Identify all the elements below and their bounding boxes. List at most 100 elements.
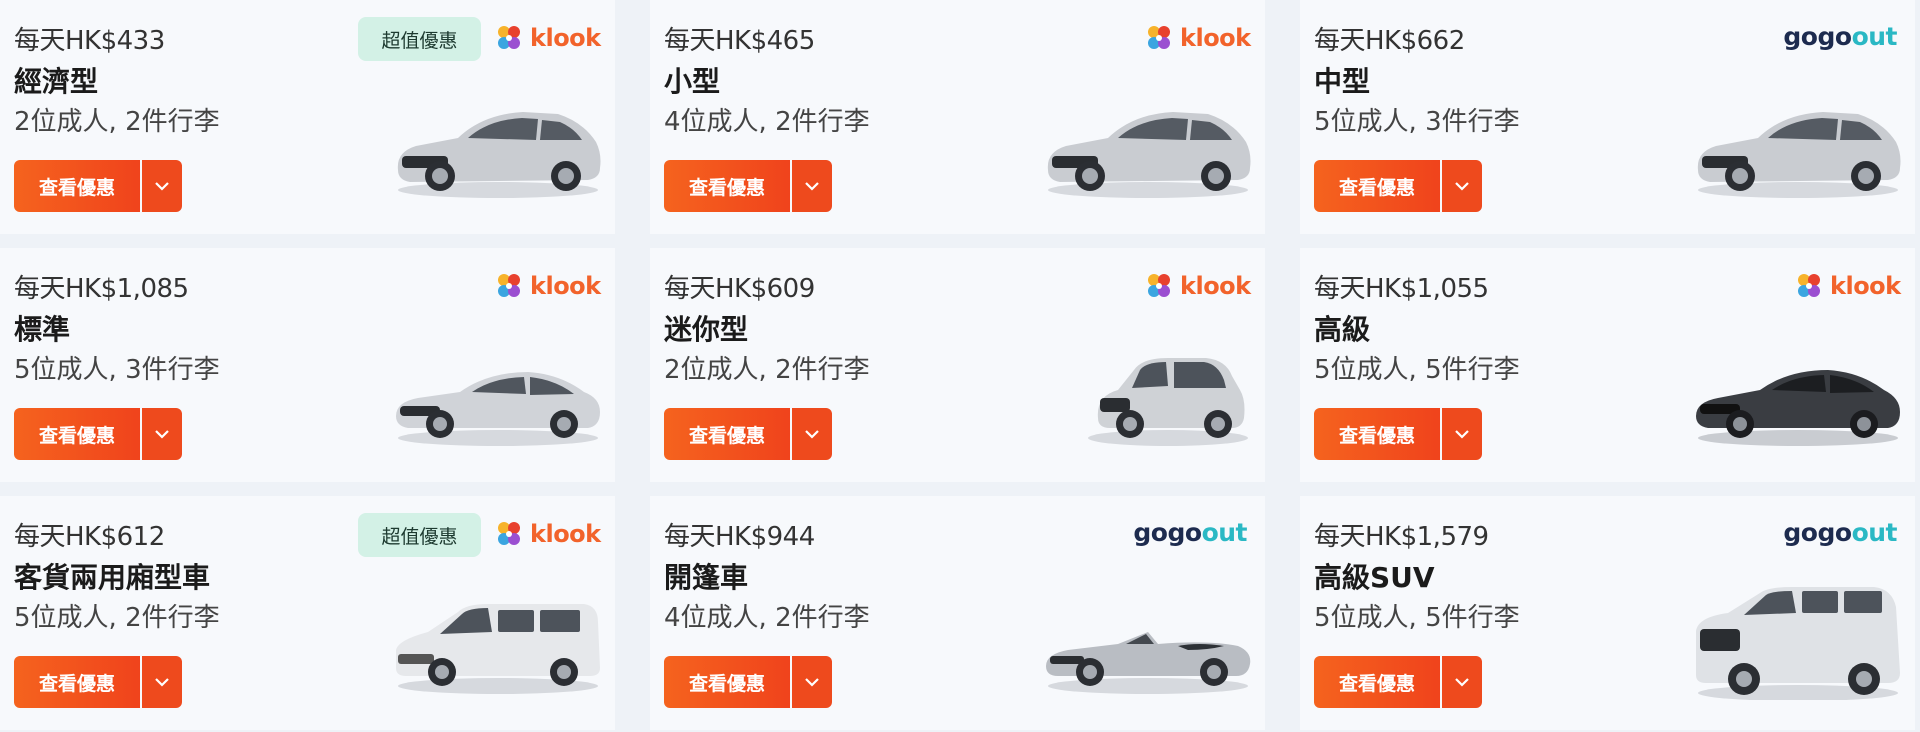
gogoout-wordmark-part: out	[1851, 21, 1898, 51]
car-offer-card[interactable]: 每天HK$433 經濟型 2位成人, 2件行李 查看優惠 超值優惠 klook	[0, 0, 615, 234]
klook-wordmark: klook	[530, 272, 601, 300]
capacity: 5位成人, 3件行李	[1314, 107, 1520, 137]
car-class: 開篷車	[664, 561, 749, 594]
view-offer-button[interactable]: 查看優惠	[664, 656, 790, 708]
capacity: 5位成人, 5件行李	[1314, 355, 1520, 385]
offer-dropdown-button[interactable]	[792, 656, 832, 708]
car-image	[397, 112, 601, 198]
capacity: 4位成人, 2件行李	[664, 603, 870, 633]
daily-price: 每天HK$433	[14, 26, 165, 56]
klook-logo: klook	[1144, 266, 1251, 306]
car-image	[396, 372, 600, 446]
car-offer-card[interactable]: 每天HK$612 客貨兩用廂型車 5位成人, 2件行李 查看優惠 超值優惠 kl…	[0, 496, 615, 730]
car-class: 小型	[664, 65, 721, 98]
car-offer-card[interactable]: 每天HK$1,055 高級 5位成人, 5件行李 查看優惠 klook	[1300, 248, 1915, 482]
car-image	[1046, 632, 1251, 694]
gogoout-logo: gogo out	[1783, 512, 1897, 552]
car-class: 迷你型	[664, 313, 749, 346]
klook-logo: klook	[494, 266, 601, 306]
capacity: 5位成人, 5件行李	[1314, 603, 1520, 633]
car-image	[1697, 112, 1901, 198]
gogoout-logo: gogo out	[1783, 16, 1897, 56]
car-offer-card[interactable]: 每天HK$1,579 高級SUV 5位成人, 5件行李 查看優惠 gogo out	[1300, 496, 1915, 730]
car-class: 中型	[1314, 65, 1371, 98]
offer-dropdown-button[interactable]	[142, 656, 182, 708]
car-image	[1088, 358, 1248, 446]
gogoout-wordmark-part: out	[1201, 517, 1248, 547]
chevron-down-icon	[805, 430, 819, 439]
daily-price: 每天HK$1,055	[1314, 274, 1489, 304]
gogoout-wordmark-part: gogo	[1783, 517, 1852, 547]
car-class: 高級SUV	[1314, 561, 1435, 594]
capacity: 5位成人, 3件行李	[14, 355, 220, 385]
klook-logo: klook	[494, 514, 601, 554]
daily-price: 每天HK$612	[14, 522, 165, 552]
car-offer-card[interactable]: 每天HK$944 開篷車 4位成人, 2件行李 查看優惠 gogo out	[650, 496, 1265, 730]
klook-pinwheel-icon	[498, 26, 520, 49]
daily-price: 每天HK$609	[664, 274, 815, 304]
car-class: 經濟型	[14, 65, 99, 98]
klook-pinwheel-icon	[1148, 274, 1170, 297]
daily-price: 每天HK$662	[1314, 26, 1465, 56]
car-image	[1047, 112, 1251, 198]
daily-price: 每天HK$465	[664, 26, 815, 56]
deal-badge: 超值優惠	[358, 513, 481, 557]
view-offer-button[interactable]: 查看優惠	[14, 656, 140, 708]
klook-pinwheel-icon	[498, 274, 520, 297]
view-offer-button[interactable]: 查看優惠	[1314, 408, 1440, 460]
klook-logo: klook	[1144, 18, 1251, 58]
view-offer-button[interactable]: 查看優惠	[1314, 656, 1440, 708]
view-offer-button[interactable]: 查看優惠	[14, 160, 140, 212]
view-offer-button[interactable]: 查看優惠	[1314, 160, 1440, 212]
chevron-down-icon	[155, 430, 169, 439]
daily-price: 每天HK$944	[664, 522, 815, 552]
car-offer-card[interactable]: 每天HK$1,085 標準 5位成人, 3件行李 查看優惠 klook	[0, 248, 615, 482]
view-offer-button[interactable]: 查看優惠	[664, 160, 790, 212]
car-image	[1696, 370, 1900, 446]
view-offer-button[interactable]: 查看優惠	[14, 408, 140, 460]
offer-dropdown-button[interactable]	[792, 160, 832, 212]
car-offer-card[interactable]: 每天HK$609 迷你型 2位成人, 2件行李 查看優惠 klook	[650, 248, 1265, 482]
gogoout-wordmark-part: gogo	[1783, 21, 1852, 51]
chevron-down-icon	[1455, 182, 1469, 191]
offer-dropdown-button[interactable]	[142, 160, 182, 212]
deal-badge: 超值優惠	[358, 17, 481, 61]
car-class: 標準	[14, 313, 71, 346]
car-offers-grid: 每天HK$433 經濟型 2位成人, 2件行李 查看優惠 超值優惠 klook	[0, 0, 1920, 732]
chevron-down-icon	[1455, 678, 1469, 687]
klook-wordmark: klook	[530, 520, 601, 548]
car-class: 高級	[1314, 313, 1371, 346]
klook-wordmark: klook	[1830, 272, 1901, 300]
klook-logo: klook	[1794, 266, 1901, 306]
view-offer-button[interactable]: 查看優惠	[664, 408, 790, 460]
capacity: 5位成人, 2件行李	[14, 603, 220, 633]
chevron-down-icon	[805, 182, 819, 191]
klook-pinwheel-icon	[498, 522, 520, 545]
offer-dropdown-button[interactable]	[1442, 656, 1482, 708]
offer-dropdown-button[interactable]	[1442, 160, 1482, 212]
klook-logo: klook	[494, 18, 601, 58]
car-offer-card[interactable]: 每天HK$662 中型 5位成人, 3件行李 查看優惠 gogo out	[1300, 0, 1915, 234]
klook-wordmark: klook	[530, 24, 601, 52]
car-offer-card[interactable]: 每天HK$465 小型 4位成人, 2件行李 查看優惠 klook	[650, 0, 1265, 234]
klook-pinwheel-icon	[1798, 274, 1820, 297]
car-class: 客貨兩用廂型車	[14, 561, 211, 594]
chevron-down-icon	[155, 678, 169, 687]
daily-price: 每天HK$1,579	[1314, 522, 1489, 552]
gogoout-wordmark-part: out	[1851, 517, 1898, 547]
klook-wordmark: klook	[1180, 272, 1251, 300]
capacity: 4位成人, 2件行李	[664, 107, 870, 137]
car-image	[1696, 587, 1900, 700]
klook-wordmark: klook	[1180, 24, 1251, 52]
capacity: 2位成人, 2件行李	[14, 107, 220, 137]
offer-dropdown-button[interactable]	[142, 408, 182, 460]
chevron-down-icon	[805, 678, 819, 687]
klook-pinwheel-icon	[1148, 26, 1170, 49]
chevron-down-icon	[155, 182, 169, 191]
offer-dropdown-button[interactable]	[792, 408, 832, 460]
car-image	[396, 604, 600, 694]
daily-price: 每天HK$1,085	[14, 274, 189, 304]
chevron-down-icon	[1455, 430, 1469, 439]
offer-dropdown-button[interactable]	[1442, 408, 1482, 460]
gogoout-logo: gogo out	[1133, 512, 1247, 552]
